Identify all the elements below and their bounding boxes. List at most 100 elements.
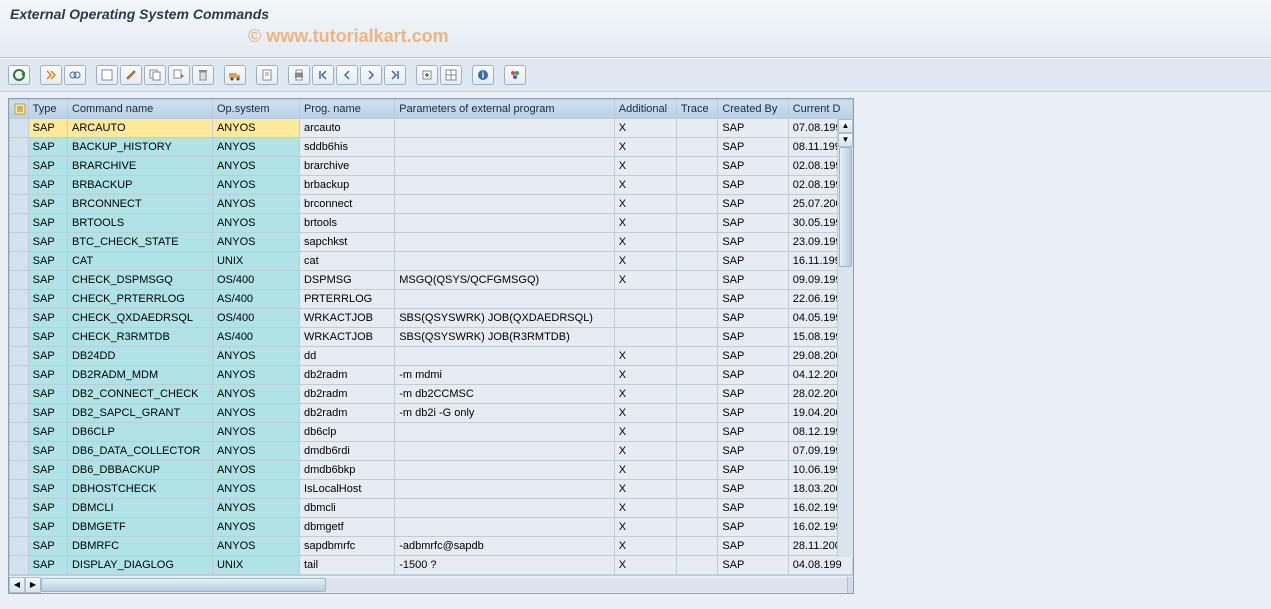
cell-params: MSGQ(QSYS/QCFGMSGQ) bbox=[395, 271, 615, 290]
row-selector[interactable] bbox=[10, 499, 29, 518]
row-selector[interactable] bbox=[10, 309, 29, 328]
table-row[interactable]: SAPDB2RADM_MDMANYOSdb2radm-m mdmiXSAP04.… bbox=[10, 366, 853, 385]
table-row[interactable]: SAPDB24DDANYOSddXSAP29.08.200 bbox=[10, 347, 853, 366]
table-row[interactable]: SAPCHECK_R3RMTDBAS/400WRKACTJOBSBS(QSYSW… bbox=[10, 328, 853, 347]
transport-button[interactable] bbox=[168, 65, 190, 85]
change-button[interactable] bbox=[120, 65, 142, 85]
row-selector[interactable] bbox=[10, 157, 29, 176]
row-selector[interactable] bbox=[10, 290, 29, 309]
cell-prog: PRTERRLOG bbox=[299, 290, 394, 309]
col-date[interactable]: Current D bbox=[788, 100, 852, 119]
col-params[interactable]: Parameters of external program bbox=[395, 100, 615, 119]
table-row[interactable]: SAPARCAUTOANYOSarcautoXSAP07.08.199 bbox=[10, 119, 853, 138]
table-row[interactable]: SAPBACKUP_HISTORYANYOSsddb6hisXSAP08.11.… bbox=[10, 138, 853, 157]
row-selector[interactable] bbox=[10, 461, 29, 480]
row-selector[interactable] bbox=[10, 385, 29, 404]
table-row[interactable]: SAPBRTOOLSANYOSbrtoolsXSAP30.05.199 bbox=[10, 214, 853, 233]
row-selector[interactable] bbox=[10, 233, 29, 252]
scroll-left-icon[interactable]: ◀ bbox=[9, 577, 25, 593]
vertical-scrollbar[interactable]: ▲ ▼ bbox=[837, 119, 853, 557]
row-selector[interactable] bbox=[10, 138, 29, 157]
doc-button[interactable] bbox=[256, 65, 278, 85]
row-selector[interactable] bbox=[10, 537, 29, 556]
table-row[interactable]: SAPDBHOSTCHECKANYOSIsLocalHostXSAP18.03.… bbox=[10, 480, 853, 499]
row-selector[interactable] bbox=[10, 119, 29, 138]
col-cmd[interactable]: Command name bbox=[67, 100, 212, 119]
table-row[interactable]: SAPDB2_CONNECT_CHECKANYOSdb2radm-m db2CC… bbox=[10, 385, 853, 404]
table-row[interactable]: SAPCHECK_DSPMSGQOS/400DSPMSGMSGQ(QSYS/QC… bbox=[10, 271, 853, 290]
row-selector[interactable] bbox=[10, 480, 29, 499]
titlebar: External Operating System Commands © www… bbox=[0, 0, 1271, 58]
cell-cby: SAP bbox=[718, 556, 788, 575]
table-row[interactable]: SAPBRCONNECTANYOSbrconnectXSAP25.07.200 bbox=[10, 195, 853, 214]
table-row[interactable]: SAPDB6_DBBACKUPANYOSdmdb6bkpXSAP10.06.19… bbox=[10, 461, 853, 480]
table-row[interactable]: SAPDB2_SAPCL_GRANTANYOSdb2radm-m db2i -G… bbox=[10, 404, 853, 423]
vscroll-thumb[interactable] bbox=[839, 147, 852, 267]
table-row[interactable]: SAPDISPLAY_DIAGLOGUNIXtail-1500 ?XSAP04.… bbox=[10, 556, 853, 575]
cell-type: SAP bbox=[28, 195, 67, 214]
scroll-up-icon[interactable]: ▲ bbox=[838, 119, 853, 133]
col-prog[interactable]: Prog. name bbox=[299, 100, 394, 119]
cell-prog: brbackup bbox=[299, 176, 394, 195]
table-row[interactable]: SAPCATUNIXcatXSAP16.11.199 bbox=[10, 252, 853, 271]
row-selector[interactable] bbox=[10, 404, 29, 423]
row-selector[interactable] bbox=[10, 423, 29, 442]
cell-cby: SAP bbox=[718, 442, 788, 461]
row-selector[interactable] bbox=[10, 252, 29, 271]
select-all-header[interactable] bbox=[10, 100, 29, 119]
delete-button[interactable] bbox=[192, 65, 214, 85]
table-row[interactable]: SAPCHECK_PRTERRLOGAS/400PRTERRLOGSAP22.0… bbox=[10, 290, 853, 309]
cell-trace bbox=[676, 404, 717, 423]
row-selector[interactable] bbox=[10, 214, 29, 233]
info-button[interactable]: i bbox=[472, 65, 494, 85]
table-row[interactable]: SAPDBMGETFANYOSdbmgetfXSAP16.02.199 bbox=[10, 518, 853, 537]
table-row[interactable]: SAPDB6_DATA_COLLECTORANYOSdmdb6rdiXSAP07… bbox=[10, 442, 853, 461]
cell-type: SAP bbox=[28, 442, 67, 461]
row-selector[interactable] bbox=[10, 328, 29, 347]
row-selector[interactable] bbox=[10, 442, 29, 461]
col-opsys[interactable]: Op.system bbox=[212, 100, 299, 119]
row-selector[interactable] bbox=[10, 556, 29, 575]
table-row[interactable]: SAPDBMCLIANYOSdbmcliXSAP16.02.199 bbox=[10, 499, 853, 518]
export-button[interactable] bbox=[416, 65, 438, 85]
table-row[interactable]: SAPBTC_CHECK_STATEANYOSsapchkstXSAP23.09… bbox=[10, 233, 853, 252]
col-add[interactable]: Additional bbox=[614, 100, 676, 119]
row-selector[interactable] bbox=[10, 176, 29, 195]
execute-button[interactable] bbox=[40, 65, 62, 85]
print-button[interactable] bbox=[288, 65, 310, 85]
horizontal-scrollbar[interactable]: ◀ ▶ bbox=[9, 575, 853, 593]
resize-handle[interactable] bbox=[847, 577, 853, 593]
row-selector[interactable] bbox=[10, 195, 29, 214]
col-trace[interactable]: Trace bbox=[676, 100, 717, 119]
hscroll-thumb[interactable] bbox=[41, 578, 326, 592]
row-selector[interactable] bbox=[10, 347, 29, 366]
last-page-button[interactable] bbox=[384, 65, 406, 85]
row-selector[interactable] bbox=[10, 518, 29, 537]
scroll-right-icon[interactable]: ▶ bbox=[25, 577, 41, 593]
table-row[interactable]: SAPCHECK_QXDAEDRSQLOS/400WRKACTJOBSBS(QS… bbox=[10, 309, 853, 328]
refresh-button[interactable] bbox=[8, 65, 30, 85]
copy-button[interactable] bbox=[144, 65, 166, 85]
first-page-button[interactable] bbox=[312, 65, 334, 85]
cell-type: SAP bbox=[28, 176, 67, 195]
prev-page-button[interactable] bbox=[336, 65, 358, 85]
variant-button[interactable] bbox=[504, 65, 526, 85]
spreadsheet-button[interactable] bbox=[440, 65, 462, 85]
display-button[interactable] bbox=[64, 65, 86, 85]
table-row[interactable]: SAPBRARCHIVEANYOSbrarchiveXSAP02.08.199 bbox=[10, 157, 853, 176]
cell-cmd: BTC_CHECK_STATE bbox=[67, 233, 212, 252]
cell-cmd: CAT bbox=[67, 252, 212, 271]
cell-cby: SAP bbox=[718, 480, 788, 499]
table-row[interactable]: SAPBRBACKUPANYOSbrbackupXSAP02.08.199 bbox=[10, 176, 853, 195]
table-row[interactable]: SAPDBMRFCANYOSsapdbmrfc-adbmrfc@sapdbXSA… bbox=[10, 537, 853, 556]
truck-button[interactable] bbox=[224, 65, 246, 85]
scroll-down-icon[interactable]: ▼ bbox=[838, 133, 853, 147]
next-page-button[interactable] bbox=[360, 65, 382, 85]
table-row[interactable]: SAPDB6CLPANYOSdb6clpXSAP08.12.199 bbox=[10, 423, 853, 442]
create-button[interactable] bbox=[96, 65, 118, 85]
row-selector[interactable] bbox=[10, 271, 29, 290]
row-selector[interactable] bbox=[10, 366, 29, 385]
col-cby[interactable]: Created By bbox=[718, 100, 788, 119]
cell-params bbox=[395, 290, 615, 309]
col-type[interactable]: Type bbox=[28, 100, 67, 119]
